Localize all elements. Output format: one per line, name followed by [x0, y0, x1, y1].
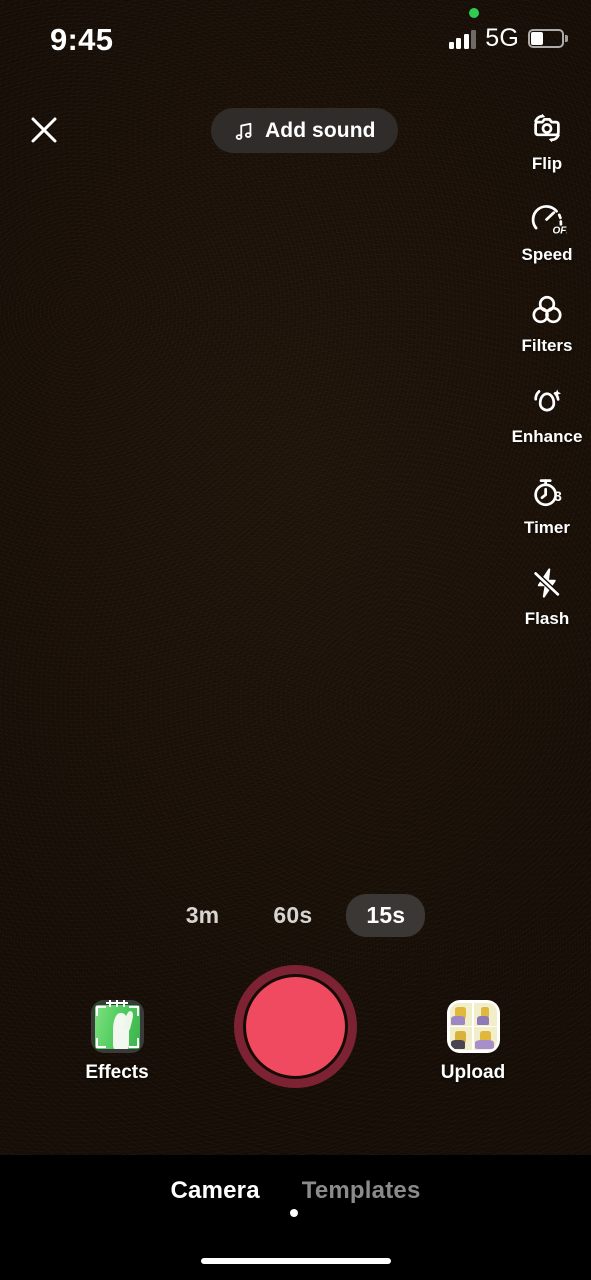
- duration-option-60s[interactable]: 60s: [253, 894, 332, 937]
- filters-circles-icon: [524, 287, 570, 333]
- signal-strength-icon: [448, 29, 477, 49]
- close-button[interactable]: [22, 108, 66, 152]
- music-note-icon: [235, 122, 252, 140]
- battery-icon: [528, 29, 568, 48]
- network-type-label: 5G: [485, 24, 519, 52]
- tool-speed-button[interactable]: OFF Speed: [503, 196, 591, 287]
- tab-camera[interactable]: Camera: [171, 1177, 260, 1205]
- tool-flip-label: Flip: [531, 154, 563, 173]
- mode-tabs: Camera Templates: [0, 1177, 591, 1205]
- record-button[interactable]: [234, 965, 357, 1088]
- tool-enhance-label: Enhance: [511, 427, 583, 446]
- camera-tool-rail: Flip OFF Speed: [503, 105, 591, 651]
- upload-button[interactable]: Upload: [418, 1000, 528, 1084]
- tool-flash-button[interactable]: Flash: [503, 560, 591, 651]
- enhance-sparkle-icon: [524, 378, 570, 424]
- record-button-core: [246, 977, 345, 1076]
- duration-option-3m[interactable]: 3m: [166, 894, 240, 937]
- tool-filters-button[interactable]: Filters: [503, 287, 591, 378]
- effects-thumbnail-icon: [90, 1000, 144, 1053]
- tool-timer-button[interactable]: 3 Timer: [503, 469, 591, 560]
- timer-badge-text: 3: [554, 489, 562, 504]
- status-bar: 9:45 5G: [0, 0, 591, 72]
- effects-label: Effects: [85, 1062, 149, 1083]
- active-tab-indicator-dot: [290, 1209, 298, 1217]
- status-right-cluster: 5G: [448, 24, 568, 53]
- speedometer-icon: OFF: [524, 196, 570, 242]
- add-sound-button[interactable]: Add sound: [211, 108, 398, 153]
- camera-flip-icon: [524, 105, 570, 151]
- tool-speed-label: Speed: [521, 245, 573, 264]
- speed-badge-text: OFF: [552, 226, 567, 237]
- camera-active-indicator-icon: [469, 8, 479, 18]
- flash-off-icon: [524, 560, 570, 606]
- status-time: 9:45: [50, 22, 114, 57]
- tool-filters-label: Filters: [521, 336, 573, 355]
- add-sound-label: Add sound: [265, 118, 376, 142]
- tiktok-camera-screen: 9:45 5G Add sound Flip OF Speed Filters …: [0, 0, 591, 1280]
- upload-label: Upload: [440, 1062, 506, 1083]
- tool-timer-label: Timer: [524, 518, 570, 537]
- tool-enhance-button[interactable]: Enhance: [503, 378, 591, 469]
- tool-flip-button[interactable]: Flip: [503, 105, 591, 196]
- duration-selector: 3m 60s 15s: [0, 894, 591, 937]
- tab-templates[interactable]: Templates: [302, 1177, 421, 1205]
- home-indicator: [200, 1258, 391, 1264]
- stopwatch-icon: 3: [524, 469, 570, 515]
- duration-option-15s[interactable]: 15s: [346, 894, 426, 937]
- tool-flash-label: Flash: [524, 609, 570, 628]
- effects-button[interactable]: Effects: [62, 1000, 172, 1084]
- record-button-gap: [243, 974, 348, 1079]
- close-icon: [31, 117, 57, 143]
- upload-gallery-thumbnail-icon: [446, 1000, 500, 1053]
